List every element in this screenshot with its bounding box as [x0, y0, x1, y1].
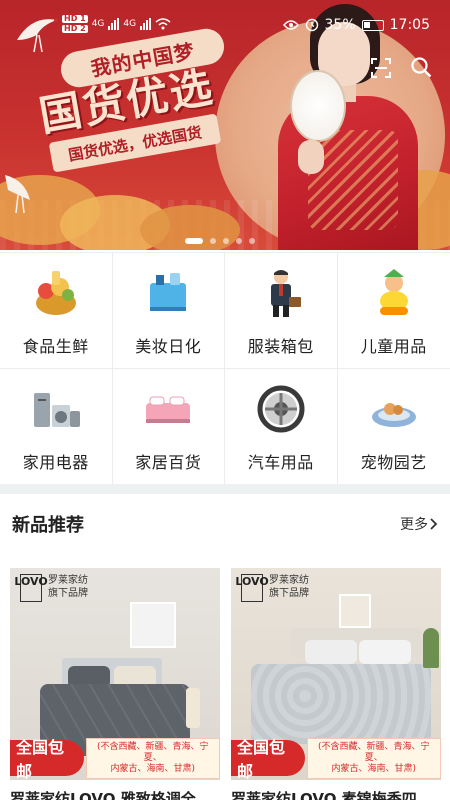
clock-time: 17:05	[389, 17, 430, 33]
product-card[interactable]: LOVO 罗莱家纺 旗下品牌 全国包邮 (不含西藏、新疆、青海、宁夏、 内蒙古、…	[231, 568, 441, 800]
category-kids[interactable]: 儿童用品	[337, 253, 450, 369]
category-clothing[interactable]: 服装箱包	[225, 253, 338, 369]
category-label: 美妆日化	[135, 337, 202, 356]
product-name: 罗莱家纺LOVO 素锦梅香四	[231, 790, 417, 800]
shipping-promo: 全国包邮 (不含西藏、新疆、青海、宁夏、 内蒙古、海南、甘肃)	[231, 737, 441, 781]
bedside-lamp	[186, 688, 200, 728]
pagination-dot[interactable]	[210, 238, 216, 244]
category-label: 食品生鲜	[22, 337, 89, 356]
category-grid: 食品生鲜 美妆日化 服装箱包 儿童用品 家用电器 家居百货 汽车用品 宠物园艺	[0, 252, 450, 485]
section-title: 新品推荐	[12, 515, 84, 536]
shipping-exclusion-note: (不含西藏、新疆、青海、宁夏、 内蒙古、海南、甘肃)	[306, 737, 441, 779]
free-shipping-badge: 全国包邮	[231, 738, 305, 781]
bed-icon	[142, 383, 194, 435]
cosmetics-icon	[142, 267, 194, 319]
bed-duvet	[251, 664, 431, 744]
wifi-icon	[155, 18, 171, 30]
crane-icon	[5, 175, 30, 214]
category-label: 家用电器	[22, 453, 89, 472]
model-hand	[298, 140, 324, 174]
brand-mark: LOVO 罗莱家纺 旗下品牌	[235, 574, 309, 602]
category-auto[interactable]: 汽车用品	[225, 369, 338, 485]
brand-mark: LOVO 罗莱家纺 旗下品牌	[14, 574, 88, 602]
section-divider	[0, 484, 450, 494]
pillow	[359, 640, 411, 664]
product-list: LOVO 罗莱家纺 旗下品牌 全国包邮 (不含西藏、新疆、青海、宁夏、 内蒙古、…	[0, 568, 450, 800]
product-card[interactable]: LOVO 罗莱家纺 旗下品牌 全国包邮 (不含西藏、新疆、青海、宁夏、 内蒙古、…	[10, 568, 220, 800]
wall-art	[339, 594, 371, 628]
eye-icon	[282, 20, 299, 30]
note-line1: (不含西藏、新疆、青海、宁夏、	[318, 741, 430, 763]
pagination-dot[interactable]	[223, 238, 229, 244]
appliances-icon	[30, 383, 82, 435]
brand-logo: LOVO	[235, 574, 269, 602]
pagination-dot[interactable]	[249, 238, 255, 244]
shipping-exclusion-note: (不含西藏、新疆、青海、宁夏、 内蒙古、海南、甘肃)	[85, 737, 220, 779]
status-bar: HD 1 HD 2 4G 4G 35% 17:05	[0, 12, 450, 42]
network-type-1: 4G	[91, 19, 105, 29]
more-link[interactable]: 更多	[400, 514, 438, 534]
note-line2: 内蒙古、海南、甘肃)	[331, 763, 417, 774]
status-right: 35% 17:05	[282, 17, 430, 33]
category-home[interactable]: 家居百货	[112, 369, 225, 485]
scan-icon[interactable]	[370, 57, 392, 79]
battery-percent: 35%	[324, 17, 356, 33]
note-line1: (不含西藏、新疆、青海、宁夏、	[97, 741, 209, 763]
pagination-dot[interactable]	[185, 238, 203, 244]
more-label: 更多	[400, 517, 428, 533]
brand-text: 罗莱家纺 旗下品牌	[269, 574, 309, 600]
signal-indicators: HD 1 HD 2 4G 4G	[62, 14, 171, 34]
brand-line2: 旗下品牌	[269, 588, 309, 599]
chevron-right-icon	[430, 518, 438, 530]
food-basket-icon	[30, 267, 82, 319]
sim1-label: HD 1	[62, 14, 88, 23]
sim-labels: HD 1 HD 2	[62, 14, 88, 34]
brand-logo: LOVO	[14, 574, 48, 602]
wall-art	[130, 602, 176, 648]
brand-line2: 旗下品牌	[48, 588, 88, 599]
hand-fan-icon	[290, 70, 346, 142]
category-label: 汽车用品	[247, 453, 314, 472]
shipping-promo: 全国包邮 (不含西藏、新疆、青海、宁夏、 内蒙古、海南、甘肃)	[10, 737, 220, 781]
signal-bars-icon	[140, 18, 152, 30]
category-label: 儿童用品	[360, 337, 427, 356]
businessman-bag-icon	[255, 267, 307, 319]
sim2-label: HD 2	[62, 24, 88, 33]
plant	[423, 628, 439, 668]
category-label: 家居百货	[135, 453, 202, 472]
signal-bars-icon	[108, 18, 120, 30]
note-line2: 内蒙古、海南、甘肃)	[110, 763, 196, 774]
brand-line1: 罗莱家纺	[48, 575, 88, 586]
product-name: 罗莱家纺LOVO 雅致格调全	[10, 790, 196, 800]
search-icon[interactable]	[410, 56, 432, 78]
pagination-dot[interactable]	[236, 238, 242, 244]
steering-wheel-icon	[255, 383, 307, 435]
brand-text: 罗莱家纺 旗下品牌	[48, 574, 88, 600]
pillow	[305, 640, 357, 664]
category-appliances[interactable]: 家用电器	[0, 369, 113, 485]
category-pets[interactable]: 宠物园艺	[337, 369, 450, 485]
free-shipping-badge: 全国包邮	[10, 738, 84, 781]
category-label: 服装箱包	[247, 337, 314, 356]
kids-toy-icon	[368, 267, 420, 319]
category-food[interactable]: 食品生鲜	[0, 253, 113, 369]
network-type-2: 4G	[123, 19, 137, 29]
pet-bed-icon	[368, 383, 420, 435]
brand-line1: 罗莱家纺	[269, 575, 309, 586]
alarm-icon	[305, 18, 318, 32]
battery-icon	[361, 19, 384, 31]
new-products-header: 新品推荐 更多	[0, 494, 450, 550]
category-cosmetics[interactable]: 美妆日化	[112, 253, 225, 369]
banner-pagination	[185, 238, 255, 244]
category-label: 宠物园艺	[360, 453, 427, 472]
